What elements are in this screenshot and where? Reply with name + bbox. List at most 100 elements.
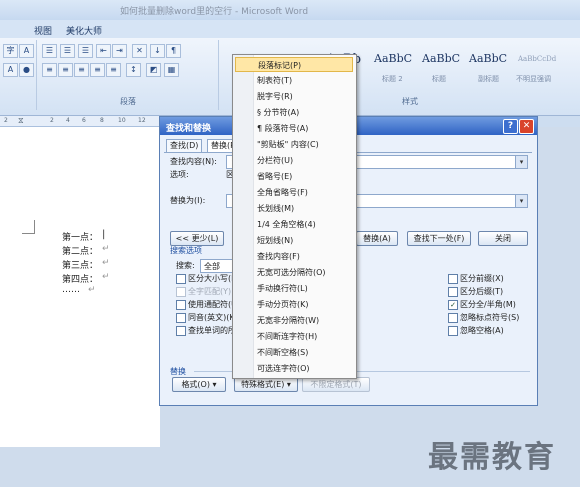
close-button[interactable]: 关闭: [478, 231, 528, 246]
match-prefix-label: 区分前缀(X): [460, 274, 504, 283]
menu-item[interactable]: 1/4 全角空格(4): [257, 217, 354, 232]
less-button[interactable]: << 更少(L): [170, 231, 224, 246]
menu-item[interactable]: 无宽非分隔符(W): [257, 313, 354, 328]
align-left-icon[interactable]: ≡: [42, 63, 57, 77]
ruler-tick: 2: [50, 117, 54, 124]
menu-item[interactable]: 无宽可选分隔符(O): [257, 265, 354, 280]
show-marks-icon[interactable]: ¶: [166, 44, 181, 58]
ribbon-tab-row: 视图 美化大师: [0, 20, 580, 39]
search-direction-value: 全部: [204, 262, 220, 271]
match-width-checkbox[interactable]: ✓: [448, 300, 458, 310]
menu-item[interactable]: "剪贴板" 内容(C): [257, 137, 354, 152]
ribbon-tab-beautify[interactable]: 美化大师: [66, 24, 102, 37]
whole-word-checkbox[interactable]: [176, 287, 186, 297]
style-name-subtitle: 副标题: [478, 75, 499, 83]
chevron-down-icon[interactable]: ▾: [515, 195, 527, 207]
doc-line[interactable]: 第一点：: [62, 230, 98, 243]
menu-item[interactable]: 脱字号(R): [257, 89, 354, 104]
line-spacing-icon[interactable]: ↕: [126, 63, 141, 77]
menu-item[interactable]: 长划线(M): [257, 201, 354, 216]
align-right-icon[interactable]: ≡: [74, 63, 89, 77]
character-border-icon[interactable]: A: [19, 44, 34, 58]
replace-section-title: 替换: [170, 367, 186, 376]
match-width-label: 区分全/半角(M): [460, 300, 516, 309]
ribbon-tab-view[interactable]: 视图: [34, 24, 52, 37]
search-direction-select[interactable]: 全部: [200, 259, 236, 273]
style-name-heading2: 标题 2: [382, 75, 403, 83]
doc-line[interactable]: 第四点：: [62, 272, 98, 285]
numbering-icon[interactable]: ☰: [60, 44, 75, 58]
menu-item[interactable]: § 分节符(A): [257, 105, 354, 120]
help-icon[interactable]: ?: [503, 119, 518, 134]
sort-icon[interactable]: ↓: [150, 44, 165, 58]
horizontal-ruler[interactable]: 2 ⧖ 2 4 6 8 10 12: [0, 116, 160, 127]
menu-item[interactable]: 不间断空格(S): [257, 345, 354, 360]
justify-icon[interactable]: ≡: [90, 63, 105, 77]
ignore-punctuation-checkbox[interactable]: [448, 313, 458, 323]
margin-corner-mark: [22, 233, 35, 234]
menu-item[interactable]: 段落标记(P): [235, 57, 353, 72]
align-center-icon[interactable]: ≡: [58, 63, 73, 77]
whole-word-label: 全字匹配(Y): [188, 287, 232, 296]
shading-icon[interactable]: ◩: [146, 63, 161, 77]
menu-item[interactable]: 可选连字符(O): [257, 361, 354, 376]
style-sample-subtitle[interactable]: AaBbC: [469, 52, 507, 65]
style-sample-heading2[interactable]: AaBbC: [374, 52, 412, 65]
format-button[interactable]: 格式(O) ▾: [172, 377, 226, 392]
find-label: 查找内容(N):: [170, 157, 217, 166]
character-shading-icon[interactable]: ●: [19, 63, 34, 77]
wildcards-checkbox[interactable]: [176, 300, 186, 310]
match-prefix-checkbox[interactable]: [448, 274, 458, 284]
menu-item[interactable]: ¶ 段落符号(A): [257, 121, 354, 136]
ruler-tick: 2: [4, 117, 8, 124]
distribute-icon[interactable]: ≡: [106, 63, 121, 77]
menu-item[interactable]: 短划线(N): [257, 233, 354, 248]
document-page[interactable]: 第一点： | 第二点： ↵ 第三点： ↵ 第四点： ↵ …… ↵: [0, 127, 160, 447]
tab-find[interactable]: 查找(D): [166, 139, 203, 153]
menu-item[interactable]: 不间断连字符(H): [257, 329, 354, 344]
increase-indent-icon[interactable]: ⇥: [112, 44, 127, 58]
sounds-like-label: 同音(英文)(K): [188, 313, 238, 322]
text-highlight-icon[interactable]: A: [3, 63, 18, 77]
menu-item[interactable]: 省略号(E): [257, 169, 354, 184]
doc-line[interactable]: 第三点：: [62, 258, 98, 271]
match-case-checkbox[interactable]: [176, 274, 186, 284]
window-title: 如何批量删除word里的空行 - Microsoft Word: [120, 7, 309, 17]
menu-item[interactable]: 全角省略号(F): [257, 185, 354, 200]
menu-item[interactable]: 制表符(T): [257, 73, 354, 88]
sounds-like-checkbox[interactable]: [176, 313, 186, 323]
menu-item[interactable]: 手动分页符(K): [257, 297, 354, 312]
ignore-spaces-checkbox[interactable]: [448, 326, 458, 336]
dialog-title: 查找和替换: [166, 124, 212, 134]
style-name-title: 标题: [432, 75, 446, 83]
close-icon[interactable]: ✕: [519, 119, 534, 134]
replace-button[interactable]: 替换(A): [356, 231, 398, 246]
style-sample-subtle-emphasis[interactable]: AaBbCcDd: [518, 55, 556, 63]
no-formatting-button[interactable]: 不限定格式(T): [302, 377, 370, 392]
all-forms-checkbox[interactable]: [176, 326, 186, 336]
find-next-button[interactable]: 查找下一处(F): [407, 231, 471, 246]
menu-item[interactable]: 查找内容(F): [257, 249, 354, 264]
bullets-icon[interactable]: ☰: [42, 44, 57, 58]
ruler-tick: 8: [100, 117, 104, 124]
multilevel-list-icon[interactable]: ☰: [78, 44, 93, 58]
ribbon-separator: [218, 40, 219, 110]
doc-line[interactable]: ……: [62, 285, 80, 295]
special-format-button[interactable]: 特殊格式(E) ▾: [234, 377, 298, 392]
title-bar: 如何批量删除word里的空行 - Microsoft Word: [0, 0, 580, 20]
style-sample-title[interactable]: AaBbC: [422, 52, 460, 65]
text-cursor: |: [102, 229, 106, 240]
menu-item[interactable]: 分栏符(U): [257, 153, 354, 168]
match-suffix-label: 区分后缀(T): [460, 287, 504, 296]
chevron-down-icon[interactable]: ▾: [515, 156, 527, 168]
indent-marker-icon[interactable]: ⧖: [18, 116, 24, 126]
decrease-indent-icon[interactable]: ⇤: [96, 44, 111, 58]
chinese-layout-icon[interactable]: ✕: [132, 44, 147, 58]
match-suffix-checkbox[interactable]: [448, 287, 458, 297]
borders-icon[interactable]: ▦: [164, 63, 179, 77]
phonetic-guide-icon[interactable]: 字: [3, 44, 18, 58]
ignore-punctuation-label: 忽略标点符号(S): [460, 313, 520, 322]
paragraph-mark: ↵: [88, 285, 96, 295]
doc-line[interactable]: 第二点：: [62, 244, 98, 257]
menu-item[interactable]: 手动换行符(L): [257, 281, 354, 296]
